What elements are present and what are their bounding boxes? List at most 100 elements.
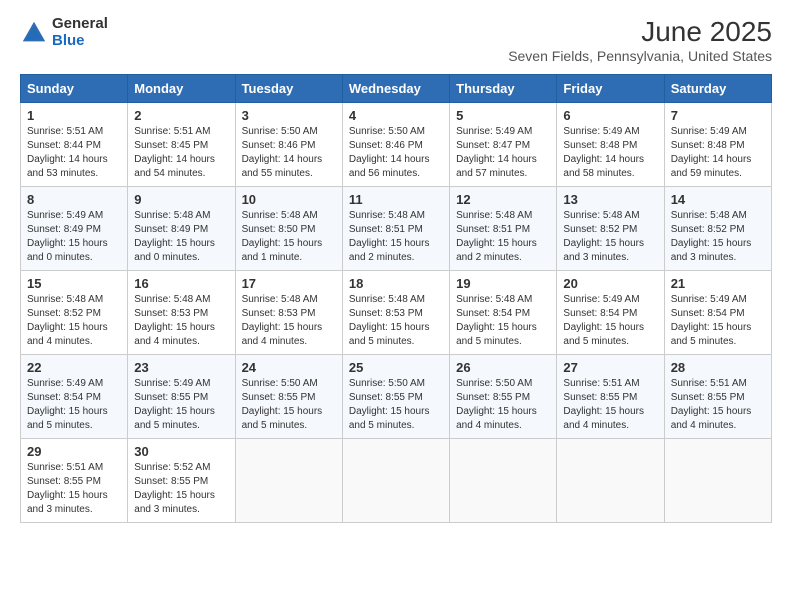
title-area: June 2025 Seven Fields, Pennsylvania, Un… <box>508 16 772 64</box>
calendar-day-cell: 26 Sunrise: 5:50 AMSunset: 8:55 PMDaylig… <box>450 355 557 439</box>
day-number: 28 <box>671 360 765 375</box>
day-info: Sunrise: 5:51 AMSunset: 8:55 PMDaylight:… <box>671 378 752 431</box>
day-info: Sunrise: 5:50 AMSunset: 8:46 PMDaylight:… <box>349 126 430 179</box>
day-number: 12 <box>456 192 550 207</box>
day-number: 20 <box>563 276 657 291</box>
calendar-day-cell: 5 Sunrise: 5:49 AMSunset: 8:47 PMDayligh… <box>450 103 557 187</box>
day-info: Sunrise: 5:48 AMSunset: 8:51 PMDaylight:… <box>456 210 537 263</box>
day-number: 30 <box>134 444 228 459</box>
calendar-week-row: 15 Sunrise: 5:48 AMSunset: 8:52 PMDaylig… <box>21 271 772 355</box>
calendar-week-row: 8 Sunrise: 5:49 AMSunset: 8:49 PMDayligh… <box>21 187 772 271</box>
day-info: Sunrise: 5:48 AMSunset: 8:53 PMDaylight:… <box>134 294 215 347</box>
subtitle: Seven Fields, Pennsylvania, United State… <box>508 48 772 64</box>
day-number: 19 <box>456 276 550 291</box>
day-info: Sunrise: 5:49 AMSunset: 8:54 PMDaylight:… <box>671 294 752 347</box>
calendar-day-cell: 29 Sunrise: 5:51 AMSunset: 8:55 PMDaylig… <box>21 439 128 523</box>
day-number: 15 <box>27 276 121 291</box>
logo: General Blue <box>20 16 108 49</box>
calendar-day-cell: 4 Sunrise: 5:50 AMSunset: 8:46 PMDayligh… <box>342 103 449 187</box>
day-number: 4 <box>349 108 443 123</box>
calendar-week-row: 1 Sunrise: 5:51 AMSunset: 8:44 PMDayligh… <box>21 103 772 187</box>
calendar-day-cell: 1 Sunrise: 5:51 AMSunset: 8:44 PMDayligh… <box>21 103 128 187</box>
calendar-day-cell: 11 Sunrise: 5:48 AMSunset: 8:51 PMDaylig… <box>342 187 449 271</box>
calendar-day-cell: 25 Sunrise: 5:50 AMSunset: 8:55 PMDaylig… <box>342 355 449 439</box>
day-info: Sunrise: 5:50 AMSunset: 8:46 PMDaylight:… <box>242 126 323 179</box>
day-of-week-header: Tuesday <box>235 75 342 103</box>
day-info: Sunrise: 5:51 AMSunset: 8:45 PMDaylight:… <box>134 126 215 179</box>
day-number: 24 <box>242 360 336 375</box>
day-info: Sunrise: 5:49 AMSunset: 8:55 PMDaylight:… <box>134 378 215 431</box>
logo-icon <box>20 19 48 47</box>
day-info: Sunrise: 5:48 AMSunset: 8:51 PMDaylight:… <box>349 210 430 263</box>
calendar-day-cell <box>557 439 664 523</box>
day-info: Sunrise: 5:50 AMSunset: 8:55 PMDaylight:… <box>242 378 323 431</box>
logo-blue-text: Blue <box>52 33 108 50</box>
calendar-day-cell: 19 Sunrise: 5:48 AMSunset: 8:54 PMDaylig… <box>450 271 557 355</box>
day-number: 3 <box>242 108 336 123</box>
calendar-day-cell <box>235 439 342 523</box>
calendar-day-cell: 20 Sunrise: 5:49 AMSunset: 8:54 PMDaylig… <box>557 271 664 355</box>
calendar-day-cell <box>342 439 449 523</box>
calendar-day-cell: 3 Sunrise: 5:50 AMSunset: 8:46 PMDayligh… <box>235 103 342 187</box>
day-number: 5 <box>456 108 550 123</box>
day-number: 13 <box>563 192 657 207</box>
day-number: 14 <box>671 192 765 207</box>
day-number: 1 <box>27 108 121 123</box>
day-info: Sunrise: 5:48 AMSunset: 8:50 PMDaylight:… <box>242 210 323 263</box>
day-info: Sunrise: 5:49 AMSunset: 8:48 PMDaylight:… <box>671 126 752 179</box>
calendar-day-cell: 6 Sunrise: 5:49 AMSunset: 8:48 PMDayligh… <box>557 103 664 187</box>
day-info: Sunrise: 5:51 AMSunset: 8:44 PMDaylight:… <box>27 126 108 179</box>
calendar-header-row: SundayMondayTuesdayWednesdayThursdayFrid… <box>21 75 772 103</box>
day-info: Sunrise: 5:50 AMSunset: 8:55 PMDaylight:… <box>349 378 430 431</box>
day-number: 23 <box>134 360 228 375</box>
calendar-day-cell <box>664 439 771 523</box>
day-info: Sunrise: 5:52 AMSunset: 8:55 PMDaylight:… <box>134 462 215 515</box>
day-info: Sunrise: 5:50 AMSunset: 8:55 PMDaylight:… <box>456 378 537 431</box>
day-number: 25 <box>349 360 443 375</box>
calendar-week-row: 22 Sunrise: 5:49 AMSunset: 8:54 PMDaylig… <box>21 355 772 439</box>
day-of-week-header: Saturday <box>664 75 771 103</box>
day-number: 11 <box>349 192 443 207</box>
calendar-day-cell: 2 Sunrise: 5:51 AMSunset: 8:45 PMDayligh… <box>128 103 235 187</box>
day-of-week-header: Monday <box>128 75 235 103</box>
calendar-day-cell: 22 Sunrise: 5:49 AMSunset: 8:54 PMDaylig… <box>21 355 128 439</box>
main-title: June 2025 <box>508 16 772 48</box>
day-info: Sunrise: 5:51 AMSunset: 8:55 PMDaylight:… <box>27 462 108 515</box>
day-info: Sunrise: 5:49 AMSunset: 8:49 PMDaylight:… <box>27 210 108 263</box>
day-number: 10 <box>242 192 336 207</box>
day-info: Sunrise: 5:48 AMSunset: 8:52 PMDaylight:… <box>671 210 752 263</box>
day-info: Sunrise: 5:48 AMSunset: 8:52 PMDaylight:… <box>563 210 644 263</box>
day-of-week-header: Friday <box>557 75 664 103</box>
day-number: 17 <box>242 276 336 291</box>
day-number: 8 <box>27 192 121 207</box>
calendar-day-cell: 13 Sunrise: 5:48 AMSunset: 8:52 PMDaylig… <box>557 187 664 271</box>
day-info: Sunrise: 5:48 AMSunset: 8:52 PMDaylight:… <box>27 294 108 347</box>
day-info: Sunrise: 5:49 AMSunset: 8:47 PMDaylight:… <box>456 126 537 179</box>
day-number: 27 <box>563 360 657 375</box>
calendar-day-cell: 9 Sunrise: 5:48 AMSunset: 8:49 PMDayligh… <box>128 187 235 271</box>
day-number: 16 <box>134 276 228 291</box>
calendar-day-cell: 18 Sunrise: 5:48 AMSunset: 8:53 PMDaylig… <box>342 271 449 355</box>
calendar-table: SundayMondayTuesdayWednesdayThursdayFrid… <box>20 74 772 523</box>
logo-general-text: General <box>52 16 108 33</box>
day-number: 21 <box>671 276 765 291</box>
day-info: Sunrise: 5:48 AMSunset: 8:49 PMDaylight:… <box>134 210 215 263</box>
calendar-day-cell: 8 Sunrise: 5:49 AMSunset: 8:49 PMDayligh… <box>21 187 128 271</box>
day-number: 18 <box>349 276 443 291</box>
day-of-week-header: Wednesday <box>342 75 449 103</box>
calendar-day-cell: 16 Sunrise: 5:48 AMSunset: 8:53 PMDaylig… <box>128 271 235 355</box>
calendar-week-row: 29 Sunrise: 5:51 AMSunset: 8:55 PMDaylig… <box>21 439 772 523</box>
calendar-day-cell: 15 Sunrise: 5:48 AMSunset: 8:52 PMDaylig… <box>21 271 128 355</box>
day-info: Sunrise: 5:48 AMSunset: 8:53 PMDaylight:… <box>349 294 430 347</box>
calendar-day-cell: 10 Sunrise: 5:48 AMSunset: 8:50 PMDaylig… <box>235 187 342 271</box>
calendar-day-cell: 24 Sunrise: 5:50 AMSunset: 8:55 PMDaylig… <box>235 355 342 439</box>
calendar-day-cell: 21 Sunrise: 5:49 AMSunset: 8:54 PMDaylig… <box>664 271 771 355</box>
day-info: Sunrise: 5:49 AMSunset: 8:48 PMDaylight:… <box>563 126 644 179</box>
calendar-day-cell: 28 Sunrise: 5:51 AMSunset: 8:55 PMDaylig… <box>664 355 771 439</box>
calendar-day-cell: 14 Sunrise: 5:48 AMSunset: 8:52 PMDaylig… <box>664 187 771 271</box>
day-info: Sunrise: 5:48 AMSunset: 8:53 PMDaylight:… <box>242 294 323 347</box>
day-number: 2 <box>134 108 228 123</box>
day-of-week-header: Sunday <box>21 75 128 103</box>
day-number: 7 <box>671 108 765 123</box>
calendar-day-cell: 30 Sunrise: 5:52 AMSunset: 8:55 PMDaylig… <box>128 439 235 523</box>
